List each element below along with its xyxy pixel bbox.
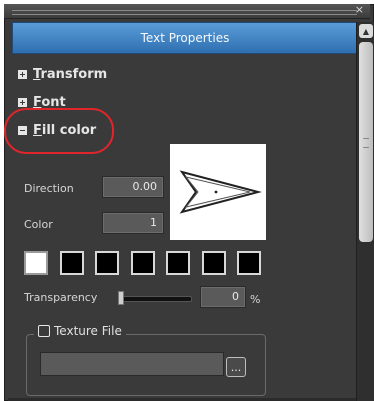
color-swatch[interactable] — [166, 251, 190, 275]
direction-preview[interactable] — [170, 144, 266, 240]
texture-path-field[interactable] — [40, 352, 224, 376]
color-swatch[interactable] — [202, 251, 226, 275]
expand-icon[interactable] — [18, 97, 27, 107]
color-swatch[interactable] — [95, 251, 119, 275]
panel-header: Text Properties — [12, 22, 358, 54]
transparency-field[interactable]: 0 — [200, 286, 246, 308]
section-font[interactable]: Font — [18, 92, 66, 112]
title-bar[interactable]: × — [4, 3, 370, 19]
section-fill-color-label: Fill color — [33, 122, 97, 138]
section-transform-label: Transform — [33, 66, 108, 82]
text-properties-window: × Text Properties ▲ Transform Font Fill … — [4, 3, 374, 401]
collapse-icon[interactable] — [18, 125, 27, 135]
color-label: Color — [24, 218, 53, 231]
direction-field[interactable]: 0.00 — [102, 176, 164, 198]
color-swatch[interactable] — [131, 251, 155, 275]
scroll-up-button[interactable]: ▲ — [359, 24, 373, 38]
transparency-slider[interactable] — [120, 296, 192, 302]
texture-file-checkbox[interactable] — [38, 325, 50, 337]
color-swatch[interactable] — [237, 251, 261, 275]
section-transform[interactable]: Transform — [18, 64, 107, 84]
section-fill-color[interactable]: Fill color — [18, 120, 96, 140]
vertical-scrollbar[interactable]: ▲ — [356, 22, 374, 401]
thumb-grip — [363, 138, 369, 148]
transparency-slider-handle[interactable] — [118, 291, 124, 305]
browse-button[interactable]: ... — [226, 357, 246, 377]
color-swatch[interactable] — [60, 251, 84, 275]
close-icon[interactable]: × — [355, 3, 364, 16]
chevron-up-icon: ▲ — [362, 26, 370, 36]
section-font-label: Font — [33, 94, 66, 110]
panel-title: Text Properties — [140, 31, 230, 45]
texture-file-label: Texture File — [54, 324, 122, 338]
color-swatch[interactable] — [24, 251, 48, 275]
texture-file-checkbox-row[interactable]: Texture File — [34, 324, 126, 338]
arrow-direction-icon — [179, 170, 262, 214]
color-field[interactable]: 1 — [102, 212, 164, 234]
percent-unit: % — [250, 293, 261, 306]
title-grip — [12, 10, 357, 15]
scroll-thumb[interactable] — [359, 42, 373, 242]
expand-icon[interactable] — [18, 69, 27, 79]
transparency-label: Transparency — [24, 291, 98, 304]
direction-label: Direction — [24, 182, 74, 195]
